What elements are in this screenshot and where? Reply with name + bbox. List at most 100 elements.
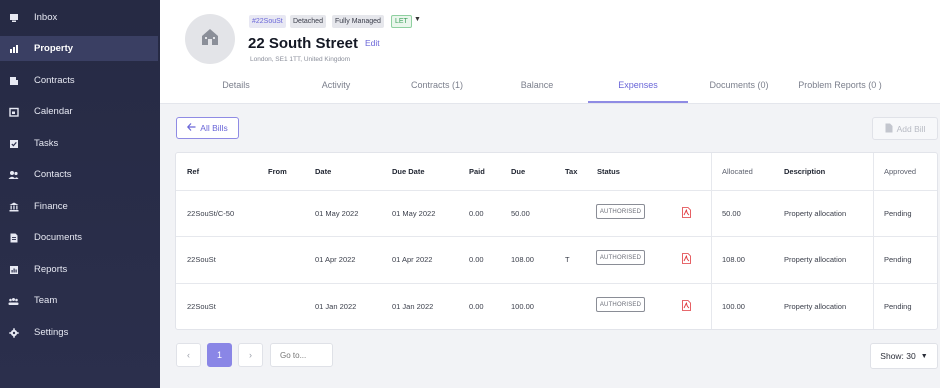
cell-description: Property allocation <box>784 209 847 218</box>
document-add-icon <box>885 123 893 135</box>
cell-date: 01 May 2022 <box>315 209 359 218</box>
cell-due: 50.00 <box>511 209 530 218</box>
sidebar-item-label: Calendar <box>34 106 73 117</box>
sidebar-item-label: Finance <box>34 201 68 212</box>
sidebar-item-reports[interactable]: Reports <box>0 257 158 282</box>
tab-label: Balance <box>520 80 554 90</box>
all-bills-label: All Bills <box>200 123 228 133</box>
column-header-tax[interactable]: Tax <box>565 167 577 176</box>
add-bill-button[interactable]: Add Bill <box>872 117 938 140</box>
cell-ref: 22SouSt <box>187 302 216 311</box>
column-divider <box>873 153 874 329</box>
sidebar-item-calendar[interactable]: Calendar <box>0 99 158 124</box>
cell-ref: 22SouSt <box>187 255 216 264</box>
cell-approved: Pending <box>884 209 912 218</box>
page-size-select[interactable]: Show: 30 ▼ <box>870 343 938 369</box>
column-header-status[interactable]: Status <box>597 167 620 176</box>
cell-due-date: 01 Jan 2022 <box>392 302 434 311</box>
column-header-date[interactable]: Date <box>315 167 331 176</box>
contracts-icon <box>8 75 19 86</box>
property-chart-icon <box>8 43 19 54</box>
sidebar-item-label: Property <box>34 43 74 54</box>
property-address: London, SE1 1TT, United Kingdom <box>250 56 351 63</box>
sidebar-item-label: Tasks <box>34 138 59 149</box>
gear-icon <box>8 327 19 338</box>
tab-details[interactable]: Details <box>196 80 276 103</box>
column-header-due[interactable]: Due <box>511 167 525 176</box>
sidebar-item-label: Reports <box>34 264 68 275</box>
sidebar-item-label: Inbox <box>34 12 58 23</box>
tab-balance[interactable]: Balance <box>497 80 577 103</box>
tab-label: Activity <box>321 80 351 90</box>
arrow-left-icon <box>187 123 196 133</box>
column-header-due-date[interactable]: Due Date <box>392 167 425 176</box>
sidebar-item-team[interactable]: Team <box>0 288 158 313</box>
property-avatar <box>185 14 235 64</box>
sidebar-item-contracts[interactable]: Contracts <box>0 68 158 93</box>
sidebar-item-settings[interactable]: Settings <box>0 320 158 345</box>
property-type-tag: Detached <box>290 15 326 28</box>
cell-allocated: 50.00 <box>722 209 741 218</box>
cell-date: 01 Jan 2022 <box>315 302 357 311</box>
column-header-allocated[interactable]: Allocated <box>722 167 753 176</box>
cell-paid: 0.00 <box>469 209 484 218</box>
cell-date: 01 Apr 2022 <box>315 255 356 264</box>
property-ref-tag: #22SouSt <box>249 15 286 28</box>
page-number: 1 <box>216 350 222 360</box>
sidebar-item-finance[interactable]: Finance <box>0 194 158 219</box>
expenses-table: Ref From Date Due Date Paid Due Tax Stat… <box>175 152 938 330</box>
chevron-left-icon: ‹ <box>187 350 190 360</box>
sidebar-item-label: Settings <box>34 327 69 338</box>
tab-activity[interactable]: Activity <box>296 80 376 103</box>
caret-down-icon: ▼ <box>920 352 928 360</box>
column-header-ref[interactable]: Ref <box>187 167 199 176</box>
row-divider <box>176 236 937 237</box>
status-tag: LET <box>391 15 412 28</box>
tab-label: Problem Reports (0 ) <box>798 80 882 90</box>
team-icon <box>8 295 19 306</box>
add-bill-label: Add Bill <box>896 123 926 134</box>
tasks-check-icon <box>8 138 19 149</box>
page-size-label: Show: 30 <box>880 351 916 361</box>
sidebar-item-contacts[interactable]: Contacts <box>0 162 158 187</box>
cell-due: 108.00 <box>511 255 534 264</box>
row-divider <box>176 190 937 191</box>
edit-link[interactable]: Edit <box>365 38 380 48</box>
finance-bank-icon <box>8 201 19 212</box>
column-divider <box>711 153 712 329</box>
status-badge: AUTHORISED <box>596 250 645 265</box>
column-header-approved[interactable]: Approved <box>884 167 916 176</box>
sidebar-item-inbox[interactable]: Inbox <box>0 5 158 30</box>
cell-ref: 22SouSt/C-50 <box>187 209 235 218</box>
tab-contracts[interactable]: Contracts (1) <box>392 80 482 103</box>
building-icon <box>200 27 220 52</box>
prev-page-button[interactable]: ‹ <box>176 343 201 367</box>
next-page-button[interactable]: › <box>238 343 263 367</box>
sidebar-item-label: Contacts <box>34 169 72 180</box>
cell-description: Property allocation <box>784 302 847 311</box>
column-header-paid[interactable]: Paid <box>469 167 485 176</box>
column-header-description[interactable]: Description <box>784 167 825 176</box>
cell-allocated: 100.00 <box>722 302 745 311</box>
sidebar-item-property[interactable]: Property <box>0 36 158 61</box>
page-1-button[interactable]: 1 <box>207 343 232 367</box>
cell-approved: Pending <box>884 302 912 311</box>
chevron-right-icon: › <box>249 350 252 360</box>
goto-page-input[interactable] <box>270 343 333 367</box>
pdf-icon[interactable] <box>682 298 691 311</box>
status-dropdown-caret-icon[interactable]: ▼ <box>414 16 421 23</box>
column-header-from[interactable]: From <box>268 167 287 176</box>
sidebar-item-label: Contracts <box>34 75 75 86</box>
tab-problem-reports[interactable]: Problem Reports (0 ) <box>784 80 896 103</box>
calendar-icon <box>8 106 19 117</box>
sidebar-item-tasks[interactable]: Tasks <box>0 131 158 156</box>
tab-expenses[interactable]: Expenses <box>588 80 688 103</box>
pdf-icon[interactable] <box>682 205 691 218</box>
sidebar-item-documents[interactable]: Documents <box>0 225 158 250</box>
cell-due-date: 01 Apr 2022 <box>392 255 433 264</box>
pdf-icon[interactable] <box>682 251 691 264</box>
tab-documents[interactable]: Documents (0) <box>697 80 781 103</box>
all-bills-button[interactable]: All Bills <box>176 117 239 139</box>
contacts-people-icon <box>8 169 19 180</box>
inbox-icon <box>8 12 19 23</box>
